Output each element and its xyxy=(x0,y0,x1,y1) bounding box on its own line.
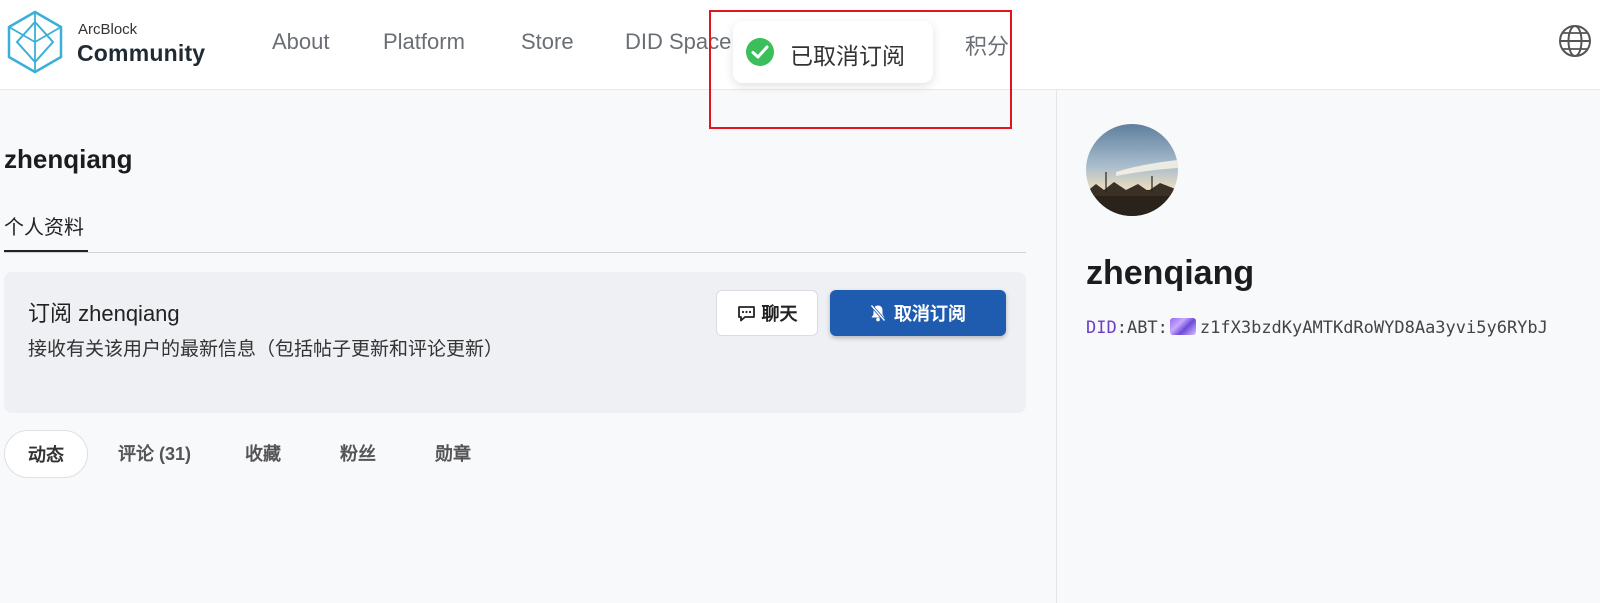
did-identicon-icon xyxy=(1169,318,1196,335)
chat-button-label: 聊天 xyxy=(761,304,798,324)
arcblock-logo-icon[interactable] xyxy=(6,10,64,74)
nav-platform[interactable]: Platform xyxy=(383,29,465,55)
unsubscribe-button[interactable]: 取消订阅 xyxy=(830,290,1006,336)
page-title: zhenqiang xyxy=(4,144,133,174)
brand-name-top: ArcBlock xyxy=(78,21,138,38)
globe-icon[interactable] xyxy=(1558,24,1592,58)
chat-icon xyxy=(737,305,755,321)
subscription-title: 订阅 zhenqiang xyxy=(28,301,180,326)
tab-followers[interactable]: 粉丝 xyxy=(340,430,376,478)
subscription-description: 接收有关该用户的最新信息（包括帖子更新和评论更新） xyxy=(28,339,504,360)
subscription-card: 订阅 zhenqiang 接收有关该用户的最新信息（包括帖子更新和评论更新） 聊… xyxy=(4,272,1026,413)
sidebar-username: zhenqiang xyxy=(1086,254,1255,292)
brand-name-bottom: Community xyxy=(77,40,206,66)
tab-activity[interactable]: 动态 xyxy=(4,430,88,478)
did-prefix: DID xyxy=(1086,318,1117,338)
sidebar-divider xyxy=(1056,90,1057,603)
tab-badges[interactable]: 勋章 xyxy=(435,430,471,478)
highlight-box xyxy=(709,10,1012,129)
tab-profile[interactable]: 个人资料 xyxy=(4,211,84,240)
chat-button[interactable]: 聊天 xyxy=(716,290,818,336)
did-separator: :ABT: xyxy=(1116,318,1168,338)
tab-comments[interactable]: 评论 (31) xyxy=(118,430,191,478)
tab-favorites[interactable]: 收藏 xyxy=(245,430,281,478)
tabs-divider xyxy=(4,252,1026,253)
nav-about[interactable]: About xyxy=(272,29,330,55)
nav-store[interactable]: Store xyxy=(521,29,574,55)
did-value: z1fX3bzdKyAMTKdRoWYD8Aa3yvi5y6RYbJ xyxy=(1199,318,1548,338)
bell-off-icon xyxy=(870,304,886,322)
avatar[interactable] xyxy=(1086,124,1178,216)
unsubscribe-button-label: 取消订阅 xyxy=(894,304,966,324)
did-address[interactable]: DID:ABT: z1fX3bzdKyAMTKdRoWYD8Aa3yvi5y6RY… xyxy=(1086,318,1548,338)
